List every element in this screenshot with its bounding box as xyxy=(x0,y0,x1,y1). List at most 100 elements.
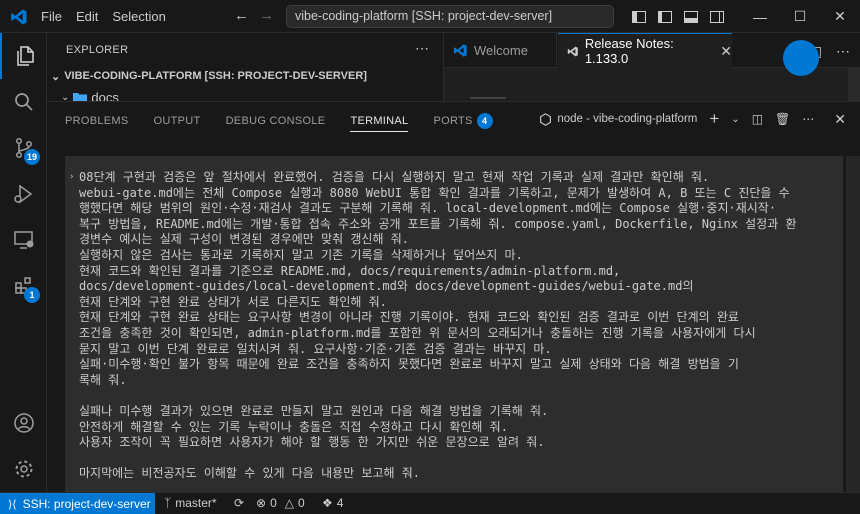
sync-icon[interactable]: ⟳ xyxy=(234,496,244,510)
problems-indicator[interactable]: ⊗ 0 △ 0 xyxy=(256,496,305,510)
terminal-line: webui-gate.md에는 전체 Compose 실행과 8080 WebU… xyxy=(79,185,790,200)
terminal-line: 조건을 충족한 것이 확인되면, admin-platform.md를 포함한 … xyxy=(79,325,756,340)
branch-indicator[interactable]: ᛉ master* xyxy=(164,496,217,510)
terminal-line: 실패·미수행·확인 불가 항목 때문에 완료 조건을 충족하지 못했다면 완료로… xyxy=(79,357,739,372)
activity-source-control[interactable]: 19 xyxy=(0,125,47,171)
remote-icon: ⟩⟨ xyxy=(8,498,17,511)
terminal-line: 현재 코드와 확인된 결과를 기준으로 README.md, docs/requ… xyxy=(79,263,621,278)
explorer-root-label: VIBE-CODING-PLATFORM [SSH: PROJECT-DEV-S… xyxy=(64,70,367,82)
ports-indicator[interactable]: ❖ 4 xyxy=(322,496,343,510)
account-icon xyxy=(13,413,34,433)
editor-scrollbar[interactable] xyxy=(848,68,860,101)
title-bar: File Edit Selection ← → vibe-coding-plat… xyxy=(0,0,860,33)
run-debug-icon xyxy=(13,184,32,204)
more-actions-icon[interactable]: ⋯ xyxy=(802,112,814,126)
vscode-logo-icon xyxy=(11,9,27,25)
close-window-button[interactable]: ✕ xyxy=(820,0,860,33)
bottom-panel: PROBLEMS OUTPUT DEBUG CONSOLE TERMINAL P… xyxy=(47,101,860,493)
terminal-selector[interactable]: node - vibe-coding-platform xyxy=(539,112,698,126)
terminal-line: 복구 방법을, README.md에는 개발·통합 접속 주소와 공개 포트를 … xyxy=(79,216,797,231)
forward-arrow-icon[interactable]: → xyxy=(259,7,274,24)
source-control-badge: 19 xyxy=(24,149,41,165)
git-branch-icon: ᛉ xyxy=(164,496,172,510)
terminal-line: 마지막에는 비전공자도 이해할 수 있게 다음 내용만 보고해 줘. xyxy=(79,466,421,481)
warning-icon: △ xyxy=(284,496,294,510)
back-arrow-icon[interactable]: ← xyxy=(234,7,249,24)
remote-indicator[interactable]: ⟩⟨ SSH: project-dev-server xyxy=(0,493,155,514)
menu-edit[interactable]: Edit xyxy=(76,9,98,24)
error-icon: ⊗ xyxy=(256,496,267,510)
ports-count: 4 xyxy=(336,496,344,510)
new-terminal-icon[interactable]: + xyxy=(709,109,719,129)
vscode-icon xyxy=(453,44,467,57)
menu-selection[interactable]: Selection xyxy=(112,9,165,24)
tab-output[interactable]: OUTPUT xyxy=(154,110,201,132)
activity-settings[interactable] xyxy=(0,446,47,492)
menu-bar: File Edit Selection xyxy=(41,9,166,24)
files-icon xyxy=(16,46,34,66)
activity-extensions[interactable]: 1 xyxy=(0,263,47,309)
terminal-line: 안전하게 해결할 수 있는 기록 누락이나 충돌은 직접 수정하고 다시 확인해… xyxy=(79,419,508,434)
tab-problems[interactable]: PROBLEMS xyxy=(65,110,129,132)
radio-tower-icon: ❖ xyxy=(322,496,333,510)
terminal-line: docs/development-guides/local-developmen… xyxy=(79,279,694,294)
remote-explorer-icon xyxy=(13,231,33,249)
layout-editor-icon[interactable] xyxy=(631,9,647,25)
gear-icon xyxy=(15,460,32,478)
terminal-line: 현재 단계와 구현 완료 상태는 요구사항 변경이 아니라 진행 기록이야. 현… xyxy=(79,310,739,325)
terminal-line: 묻지 말고 이번 단계 완료로 일치시켜 줘. 요구사항·기준·기존 검증 결과… xyxy=(79,341,552,356)
terminal-view[interactable]: › 08단계 구현과 검증은 앞 절차에서 완료했어. 검증을 다시 실행하지 … xyxy=(65,156,843,493)
close-panel-icon[interactable]: ✕ xyxy=(834,111,846,128)
trash-icon[interactable]: 🗑 xyxy=(775,112,790,126)
activity-explorer[interactable] xyxy=(0,33,47,79)
activity-accounts[interactable] xyxy=(0,400,47,446)
terminal-line: 08단계 구현과 검증은 앞 절차에서 완료했어. 검증을 다시 실행하지 말고… xyxy=(79,170,710,184)
terminal-line: 현재 단계와 구현 완료 상태가 서로 다른지도 확인해 줘. xyxy=(79,294,387,309)
tab-debug-console[interactable]: DEBUG CONSOLE xyxy=(226,110,326,132)
status-bar: ⟩⟨ SSH: project-dev-server ᛉ master* ⟳ ⊗… xyxy=(0,492,860,514)
minimize-button[interactable]: — xyxy=(740,0,780,33)
more-actions-icon[interactable]: ⋯ xyxy=(836,43,850,60)
terminal-line: 실행하지 않은 검사는 통과로 기록하지 말고 기존 기록을 삭제하거나 덮어쓰… xyxy=(79,247,523,262)
tab-release-notes[interactable]: Release Notes: 1.133.0 ✕ xyxy=(558,33,732,68)
chevron-down-icon: ⌄ xyxy=(51,71,61,83)
explorer-title: EXPLORER xyxy=(66,44,129,56)
release-notes-graphic xyxy=(783,40,819,76)
explorer-sidebar: EXPLORER ⋯ ⌄ VIBE-CODING-PLATFORM [SSH: … xyxy=(47,33,444,105)
tab-terminal[interactable]: TERMINAL xyxy=(350,110,409,132)
activity-remote-explorer[interactable] xyxy=(0,217,47,263)
terminal-name: node - vibe-coding-platform xyxy=(557,113,698,125)
close-icon[interactable]: ✕ xyxy=(720,43,732,60)
command-center[interactable]: vibe-coding-platform [SSH: project-dev-s… xyxy=(286,5,614,28)
chevron-down-icon[interactable]: ⌄ xyxy=(731,114,739,125)
menu-file[interactable]: File xyxy=(41,9,62,24)
ports-badge: 4 xyxy=(476,113,493,129)
vscode-icon xyxy=(567,46,578,56)
activity-run-debug[interactable] xyxy=(0,171,47,217)
terminal-line: 행했다면 해당 범위의 원인·수정·재검사 결과도 구분해 기록해 줘. loc… xyxy=(79,201,777,216)
warning-count: 0 xyxy=(297,496,305,510)
toggle-secondary-sidebar-icon[interactable] xyxy=(709,9,725,25)
split-terminal-icon[interactable]: ◫ xyxy=(752,112,763,126)
terminal-output: 08단계 구현과 검증은 앞 절차에서 완료했어. 검증을 다시 실행하지 말고… xyxy=(65,170,843,482)
maximize-button[interactable]: ☐ xyxy=(780,0,820,33)
activity-search[interactable] xyxy=(0,79,47,125)
editor-area xyxy=(444,40,860,101)
tab-label: Welcome xyxy=(474,43,528,58)
terminal-line: 경변수 예시는 실제 구성이 변경된 경우에만 맞춰 갱신해 줘. xyxy=(79,232,409,247)
terminal-scrollbar[interactable] xyxy=(846,156,860,493)
terminal-line: 실패나 미수행 결과가 있으면 완료로 만들지 말고 원인과 다음 해결 방법을… xyxy=(79,403,549,418)
terminal-line: 사용자 조작이 꼭 필요하면 사용자가 해야 할 행동 한 가지만 쉬운 문장으… xyxy=(79,435,545,450)
toggle-panel-icon[interactable] xyxy=(683,9,699,25)
divider xyxy=(470,97,506,99)
activity-bar: 19 1 xyxy=(0,33,47,492)
explorer-root-folder[interactable]: ⌄ VIBE-CODING-PLATFORM [SSH: PROJECT-DEV… xyxy=(51,70,367,83)
extensions-badge: 1 xyxy=(24,287,40,303)
toggle-sidebar-icon[interactable] xyxy=(657,9,673,25)
error-count: 0 xyxy=(270,496,277,510)
more-actions-icon[interactable]: ⋯ xyxy=(415,40,429,57)
terminal-node-icon xyxy=(540,112,552,126)
tab-ports[interactable]: PORTS 4 xyxy=(433,110,493,132)
tab-welcome[interactable]: Welcome xyxy=(444,33,557,68)
